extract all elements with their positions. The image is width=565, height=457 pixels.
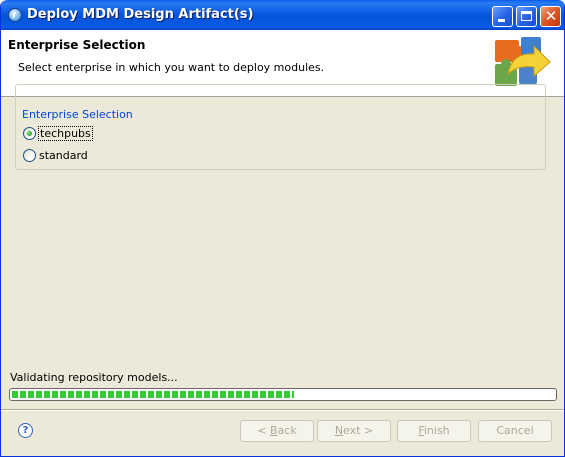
maximize-button[interactable]	[516, 6, 537, 27]
radio-label-standard[interactable]: standard	[39, 149, 88, 162]
group-legend: Enterprise Selection	[19, 108, 136, 121]
maximize-icon	[521, 11, 532, 21]
footer-separator	[1, 409, 564, 411]
radio-option-standard[interactable]: standard	[23, 147, 88, 163]
close-icon: ✕	[544, 7, 558, 25]
eclipse-app-icon	[8, 8, 22, 22]
cancel-button[interactable]: Cancel	[478, 420, 552, 442]
wizard-dialog: Deploy MDM Design Artifact(s) ✕ Enterpri…	[0, 0, 565, 457]
status-text: Validating repository models...	[10, 371, 178, 384]
enterprise-selection-group	[15, 84, 546, 170]
page-title: Enterprise Selection	[8, 38, 146, 52]
back-mnemonic: B	[270, 424, 278, 437]
next-button[interactable]: Next >	[317, 420, 391, 442]
radio-unchecked-icon[interactable]	[23, 148, 36, 162]
progress-bar	[9, 388, 557, 401]
minimize-button[interactable]	[492, 6, 513, 27]
next-mnemonic: N	[334, 424, 344, 437]
deploy-wizard-icon	[495, 37, 551, 86]
next-rest: ext >	[343, 424, 374, 437]
radio-checked-icon[interactable]	[23, 126, 36, 140]
minimize-icon	[498, 19, 505, 22]
finish-button[interactable]: Finish	[397, 420, 471, 442]
close-button[interactable]: ✕	[540, 6, 561, 27]
radio-label-techpubs[interactable]: techpubs	[38, 125, 93, 141]
window-title: Deploy MDM Design Artifact(s)	[27, 7, 254, 22]
help-button[interactable]: ?	[18, 423, 33, 438]
finish-rest: inish	[423, 424, 450, 437]
page-description: Select enterprise in which you want to d…	[18, 61, 325, 74]
radio-option-techpubs[interactable]: techpubs	[23, 125, 93, 141]
back-button[interactable]: < Back	[240, 420, 314, 442]
back-rest: ack	[277, 424, 297, 437]
title-bar[interactable]: Deploy MDM Design Artifact(s) ✕	[1, 0, 564, 30]
help-icon: ?	[22, 425, 29, 436]
back-prefix: <	[257, 424, 270, 437]
progress-fill	[12, 391, 294, 398]
